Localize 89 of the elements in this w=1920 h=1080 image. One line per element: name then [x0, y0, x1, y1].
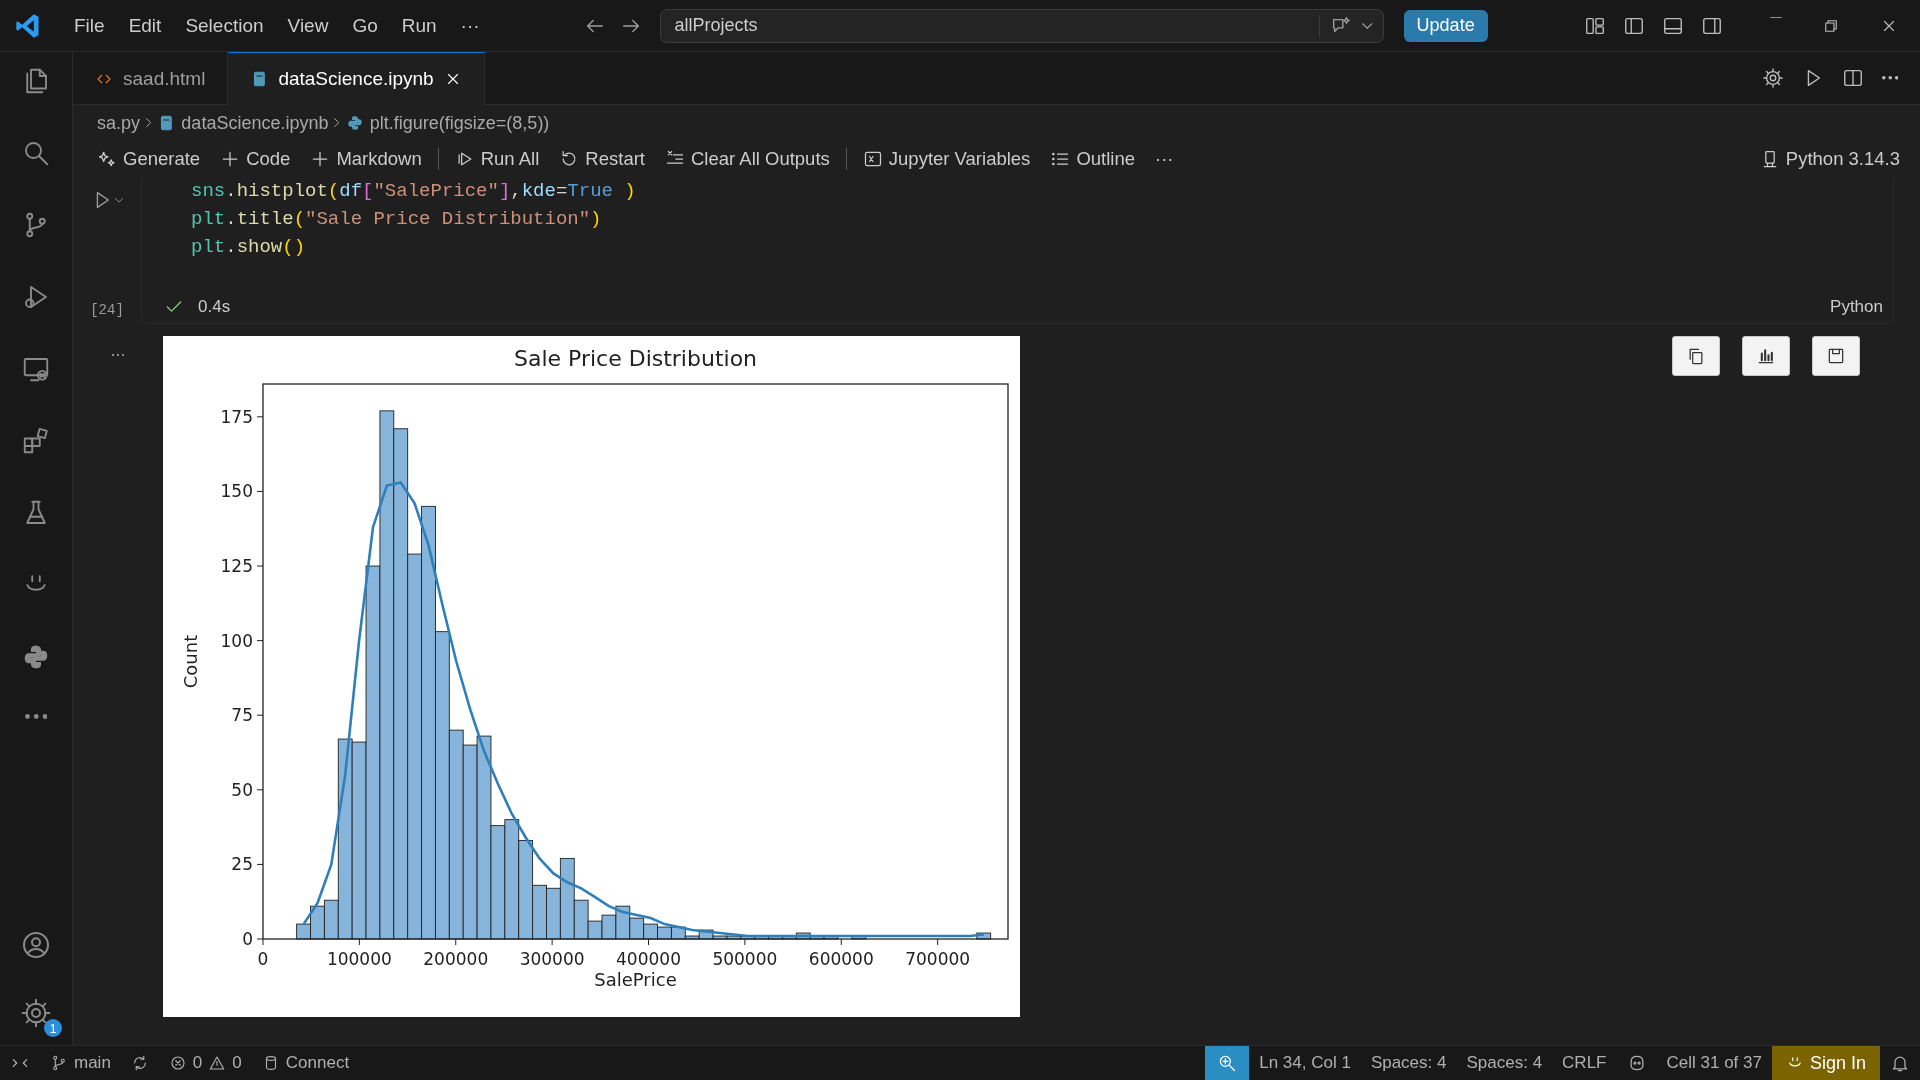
- zoom-button[interactable]: [1205, 1046, 1250, 1080]
- toolbar-button[interactable]: ···: [1147, 145, 1182, 173]
- menu-item[interactable]: Run: [391, 10, 447, 41]
- toolbar-button[interactable]: Outline: [1042, 145, 1143, 173]
- breadcrumb-item[interactable]: dataScience.ipynb: [181, 112, 329, 134]
- extensions-icon: [21, 426, 51, 456]
- chevron-down-icon: [1362, 22, 1373, 29]
- execution-time: 0.4s: [198, 297, 231, 317]
- chevron-right-icon: [334, 118, 340, 128]
- save-icon: [1826, 346, 1846, 366]
- y-axis-label: Count: [180, 634, 201, 689]
- code-line: plt.title("Sale Price Distribution"): [191, 207, 603, 232]
- sign-in-button[interactable]: Sign In: [1771, 1046, 1880, 1080]
- cell-status[interactable]: Cell 31 of 37: [1656, 1046, 1772, 1080]
- eol-status[interactable]: CRLF: [1552, 1046, 1617, 1080]
- menu-item[interactable]: Go: [342, 10, 388, 41]
- x-axis-label: SalePrice: [594, 969, 677, 990]
- more-icon: [24, 714, 48, 719]
- save-button[interactable]: [1812, 336, 1860, 376]
- histogram-bar: [976, 932, 992, 940]
- code-line: sns.histplot(df["SalePrice"],kde=True ): [191, 179, 637, 204]
- menu-item[interactable]: View: [277, 10, 339, 41]
- connect-status[interactable]: Connect: [251, 1046, 360, 1080]
- histogram-bar: [657, 926, 672, 940]
- x-tick-label: 100000: [326, 949, 392, 969]
- menu-item[interactable]: Selection: [175, 10, 274, 41]
- y-tick-label: 175: [220, 406, 253, 427]
- y-tick-label: 125: [220, 556, 253, 576]
- chart-title: Sale Price Distribution: [513, 346, 758, 371]
- histogram-bar: [851, 935, 867, 940]
- execution-count: [24]: [90, 302, 124, 318]
- command-center-field[interactable]: allProjects: [659, 8, 1384, 43]
- warning-icon: [208, 1054, 227, 1072]
- y-tick-label: 150: [220, 481, 253, 502]
- toolbar-button[interactable]: Code: [212, 145, 299, 173]
- output-menu[interactable]: ...: [110, 340, 126, 1045]
- sparkle-icon: [97, 149, 117, 169]
- variables-icon: [862, 149, 883, 169]
- update-button[interactable]: Update: [1403, 9, 1488, 42]
- toolbar-button[interactable]: Clear All Outputs: [657, 145, 838, 173]
- error-icon: [168, 1054, 187, 1072]
- toolbar-button[interactable]: Jupyter Variables: [854, 145, 1039, 173]
- menu-item[interactable]: ···: [450, 10, 490, 41]
- chart-button[interactable]: [1742, 336, 1790, 376]
- kernel-picker[interactable]: Python 3.14.3: [1751, 145, 1920, 173]
- x-tick-label: 400000: [616, 949, 681, 969]
- code-line: plt.show(): [191, 235, 307, 260]
- toolbar-button[interactable]: Generate: [89, 145, 209, 173]
- breadcrumb-item[interactable]: sa.py: [97, 112, 141, 134]
- cursor-position[interactable]: Ln 34, Col 1: [1249, 1046, 1361, 1080]
- notification-badge: 1: [44, 1019, 62, 1037]
- y-tick-label: 25: [231, 854, 253, 875]
- problems-status[interactable]: 0 0: [158, 1046, 252, 1080]
- zoom-in-icon: [1217, 1053, 1238, 1073]
- code-cell[interactable]: sns.histplot(df["SalePrice"],kde=True ) plt.title("Sale Price Distribution") plt.show() 0.4s Python: [141, 177, 1894, 324]
- x-tick-label: 300000: [519, 949, 585, 969]
- branch-status[interactable]: main: [40, 1046, 121, 1080]
- x-tick-label: 700000: [905, 949, 971, 969]
- minimize-icon: [1770, 16, 1782, 18]
- python-icon: [345, 114, 364, 132]
- y-tick-label: 100: [220, 630, 253, 651]
- histogram-bar: [601, 914, 617, 940]
- chevron-right-icon: [146, 118, 152, 128]
- cell-language[interactable]: Python: [1830, 297, 1883, 317]
- breadcrumb-item[interactable]: plt.figure(figsize=(8,5)): [369, 112, 550, 134]
- toolbar-button[interactable]: Markdown: [302, 145, 430, 173]
- y-tick-label: 0: [242, 929, 253, 949]
- y-tick-label: 50: [231, 779, 253, 800]
- bar-chart-icon: [1756, 346, 1776, 366]
- settings-icon: [20, 997, 52, 1029]
- menu-item[interactable]: Edit: [118, 10, 172, 41]
- copy-button[interactable]: [1672, 336, 1720, 376]
- account-icon: [20, 929, 52, 961]
- x-tick-label: 200000: [423, 949, 489, 969]
- split-editor-icon: [1841, 67, 1864, 89]
- x-tick-label: 600000: [808, 949, 874, 969]
- menu-item[interactable]: File: [64, 10, 115, 41]
- chevron-down-icon: [114, 197, 124, 203]
- indent-status[interactable]: Spaces: 4: [1456, 1046, 1553, 1080]
- y-tick-label: 75: [231, 705, 253, 726]
- x-tick-label: 500000: [712, 949, 778, 969]
- x-tick-label: 0: [257, 949, 269, 969]
- indent-status[interactable]: Spaces: 4: [1360, 1046, 1457, 1080]
- branch-icon: [50, 1054, 68, 1072]
- editor-tab[interactable]: dataScience.ipynb: [228, 52, 485, 105]
- more-icon: [1881, 76, 1898, 80]
- settings-icon: [1761, 67, 1784, 89]
- toolbar-button[interactable]: Restart: [551, 145, 653, 173]
- toolbar-button[interactable]: Run All: [446, 145, 548, 173]
